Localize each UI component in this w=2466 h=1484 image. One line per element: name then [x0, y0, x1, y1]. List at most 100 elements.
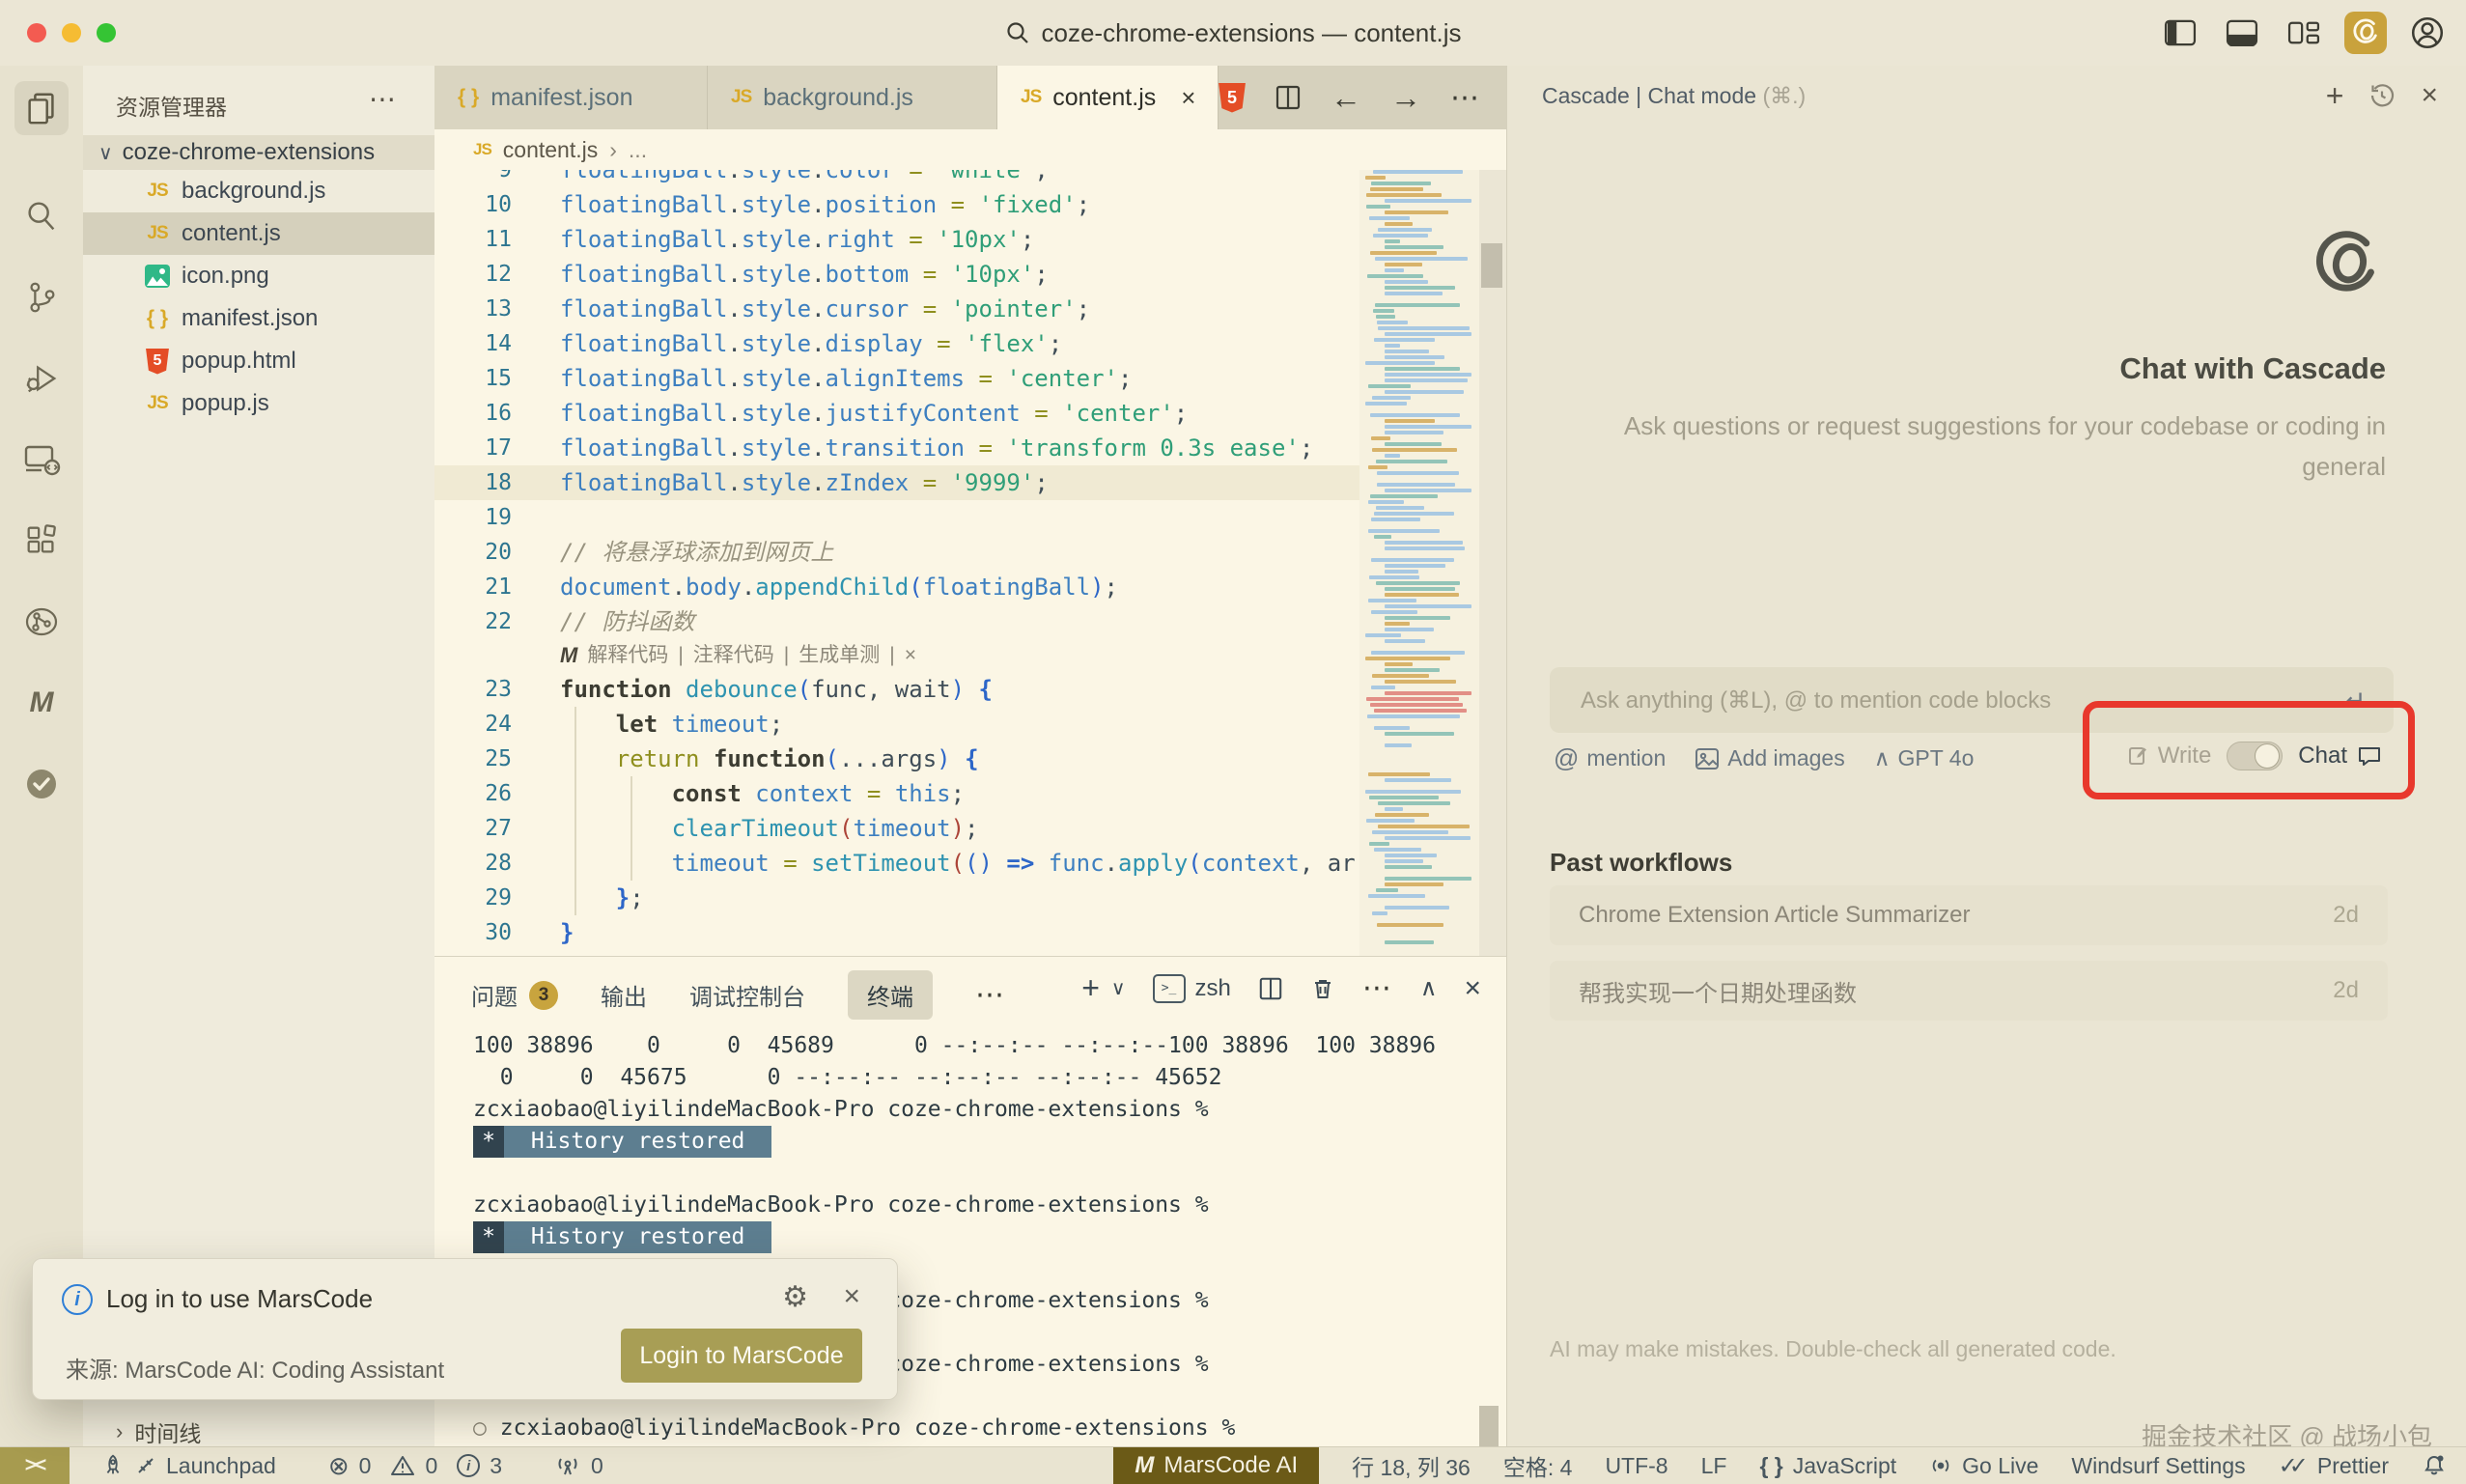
- code-line-25[interactable]: 25 return function(...args) {: [434, 742, 1359, 776]
- code-line-24[interactable]: 24 let timeout;: [434, 707, 1359, 742]
- window-title-area[interactable]: coze-chrome-extensions — content.js: [0, 0, 2466, 66]
- remote-indicator[interactable]: ><: [0, 1447, 70, 1484]
- panel-tab-output[interactable]: 输出: [601, 978, 647, 1012]
- run-debug-icon[interactable]: [14, 351, 69, 406]
- gear-icon[interactable]: ⚙: [782, 1280, 808, 1314]
- tab-content-js[interactable]: JS content.js ×: [997, 66, 1219, 129]
- timeline-section[interactable]: › 时间线: [83, 1415, 434, 1448]
- code-line-26[interactable]: 26 const context = this;: [434, 776, 1359, 811]
- launchpad-button[interactable]: Launchpad: [100, 1453, 276, 1479]
- panel-tab-problems[interactable]: 问题 3: [471, 978, 558, 1012]
- navigate-forward-icon[interactable]: →: [1390, 80, 1421, 116]
- minimap[interactable]: [1359, 170, 1479, 956]
- code-line-14[interactable]: 14floatingBall.style.display = 'flex';: [434, 326, 1359, 361]
- code-line-20[interactable]: 20// 将悬浮球添加到网页上: [434, 535, 1359, 570]
- navigate-back-icon[interactable]: ←: [1331, 80, 1361, 116]
- terminal-scrollbar-thumb[interactable]: [1479, 1406, 1499, 1446]
- code-line-11[interactable]: 11floatingBall.style.right = '10px';: [434, 222, 1359, 257]
- editor-scrollbar-thumb[interactable]: [1481, 243, 1502, 288]
- toggle-sidebar-icon[interactable]: [2159, 12, 2201, 54]
- panel-tab-debug-console[interactable]: 调试控制台: [689, 978, 805, 1012]
- panel-more-actions-icon[interactable]: ⋯: [1362, 971, 1393, 1005]
- terminal-shell-selector[interactable]: >_ zsh: [1153, 974, 1231, 1003]
- cursor-position[interactable]: 行 18, 列 36: [1352, 1449, 1471, 1482]
- eol-setting[interactable]: LF: [1701, 1453, 1727, 1479]
- remote-explorer-icon[interactable]: [14, 433, 69, 487]
- file-row-content-js[interactable]: JS content.js: [83, 212, 434, 255]
- history-icon[interactable]: [2368, 82, 2396, 109]
- extensions-icon[interactable]: [14, 514, 69, 568]
- go-live-button[interactable]: Go Live: [1929, 1453, 2038, 1479]
- code-line-9[interactable]: 9floatingBall.style.color = 'white';: [434, 170, 1359, 187]
- terminal-dropdown-icon[interactable]: ∨: [1111, 976, 1126, 1000]
- code-line-28[interactable]: 28 timeout = setTimeout(() => func.apply…: [434, 846, 1359, 881]
- code-line-30[interactable]: 30}: [434, 915, 1359, 950]
- breadcrumb[interactable]: JS content.js › ...: [434, 129, 1506, 170]
- close-tab-icon[interactable]: ×: [1181, 83, 1195, 113]
- split-editor-icon[interactable]: [1275, 84, 1302, 111]
- new-terminal-icon[interactable]: +: [1081, 970, 1100, 1006]
- indentation-setting[interactable]: 空格: 4: [1503, 1449, 1573, 1482]
- code-line-15[interactable]: 15floatingBall.style.alignItems = 'cente…: [434, 361, 1359, 396]
- ports-status[interactable]: 0: [554, 1453, 603, 1479]
- new-chat-icon[interactable]: +: [2326, 80, 2344, 111]
- check-badge-icon[interactable]: [14, 757, 69, 811]
- prettier-button[interactable]: ✓✓ Prettier: [2279, 1452, 2389, 1480]
- code-line-13[interactable]: 13floatingBall.style.cursor = 'pointer';: [434, 292, 1359, 326]
- search-sidebar-icon[interactable]: [14, 189, 69, 243]
- close-notification-icon[interactable]: ×: [843, 1280, 860, 1313]
- customize-layout-icon[interactable]: [2283, 12, 2325, 54]
- language-mode[interactable]: { } JavaScript: [1759, 1453, 1896, 1479]
- codelens-comment[interactable]: 注释代码: [693, 639, 774, 672]
- references-icon[interactable]: [14, 595, 69, 649]
- windsurf-cascade-icon[interactable]: [2344, 12, 2387, 54]
- notifications-bell-icon[interactable]: [2422, 1453, 2447, 1478]
- windsurf-settings-button[interactable]: Windsurf Settings: [2071, 1453, 2245, 1479]
- code-line-12[interactable]: 12floatingBall.style.bottom = '10px';: [434, 257, 1359, 292]
- file-row-popup-html[interactable]: 5 popup.html: [83, 340, 434, 382]
- html-preview-icon[interactable]: 5: [1219, 83, 1246, 113]
- explorer-root-folder[interactable]: ∨ coze-chrome-extensions: [83, 135, 434, 170]
- mention-button[interactable]: @ mention: [1554, 743, 1666, 773]
- problems-status[interactable]: ⊗ 0 0 i 3: [328, 1451, 502, 1481]
- code-line-22[interactable]: 22// 防抖函数: [434, 604, 1359, 639]
- file-row-popup-js[interactable]: JS popup.js: [83, 382, 434, 425]
- workflow-item[interactable]: 帮我实现一个日期处理函数 2d: [1550, 961, 2388, 1021]
- source-control-icon[interactable]: [14, 270, 69, 324]
- login-marscode-button[interactable]: Login to MarsCode: [621, 1329, 862, 1383]
- file-row-manifest-json[interactable]: { } manifest.json: [83, 297, 434, 340]
- code-line-29[interactable]: 29 };: [434, 881, 1359, 915]
- close-cascade-icon[interactable]: ×: [2421, 79, 2438, 112]
- workflow-item[interactable]: Chrome Extension Article Summarizer 2d: [1550, 885, 2388, 945]
- split-terminal-icon[interactable]: [1258, 976, 1283, 1001]
- tab-manifest-json[interactable]: { } manifest.json: [434, 66, 708, 129]
- close-panel-icon[interactable]: ×: [1464, 972, 1481, 1005]
- toggle-panel-icon[interactable]: [2221, 12, 2263, 54]
- encoding-setting[interactable]: UTF-8: [1605, 1453, 1667, 1479]
- code-line-21[interactable]: 21document.body.appendChild(floatingBall…: [434, 570, 1359, 604]
- panel-tab-terminal[interactable]: 终端: [848, 970, 933, 1020]
- kill-terminal-icon[interactable]: [1310, 976, 1335, 1001]
- maximize-panel-icon[interactable]: ∧: [1420, 974, 1438, 1002]
- panel-more-tabs-icon[interactable]: ⋯: [975, 978, 1006, 1012]
- add-images-button[interactable]: Add images: [1695, 745, 1844, 771]
- editor-more-icon[interactable]: ⋯: [1450, 81, 1481, 115]
- explorer-more-icon[interactable]: ⋯: [369, 83, 396, 115]
- codelens-close-icon[interactable]: ×: [905, 639, 916, 672]
- explorer-icon[interactable]: [14, 81, 69, 135]
- code-line-16[interactable]: 16floatingBall.style.justifyContent = 'c…: [434, 396, 1359, 431]
- marscode-icon[interactable]: M: [14, 676, 69, 730]
- codelens-unittest[interactable]: 生成单测: [799, 639, 880, 672]
- code-line-18[interactable]: 18floatingBall.style.zIndex = '9999';: [434, 465, 1359, 500]
- codelens-explain[interactable]: 解释代码: [587, 639, 668, 672]
- code-line-27[interactable]: 27 clearTimeout(timeout);: [434, 811, 1359, 846]
- model-selector[interactable]: ∧ GPT 4o: [1874, 745, 1975, 771]
- account-icon[interactable]: [2406, 12, 2449, 54]
- tab-background-js[interactable]: JS background.js: [708, 66, 997, 129]
- code-line-17[interactable]: 17floatingBall.style.transition = 'trans…: [434, 431, 1359, 465]
- file-row-icon-png[interactable]: icon.png: [83, 255, 434, 297]
- marscode-status-button[interactable]: M MarsCode AI: [1113, 1447, 1319, 1484]
- code-line-19[interactable]: 19: [434, 500, 1359, 535]
- code-editor[interactable]: 9floatingBall.style.color = 'white';10fl…: [434, 170, 1359, 956]
- code-line-10[interactable]: 10floatingBall.style.position = 'fixed';: [434, 187, 1359, 222]
